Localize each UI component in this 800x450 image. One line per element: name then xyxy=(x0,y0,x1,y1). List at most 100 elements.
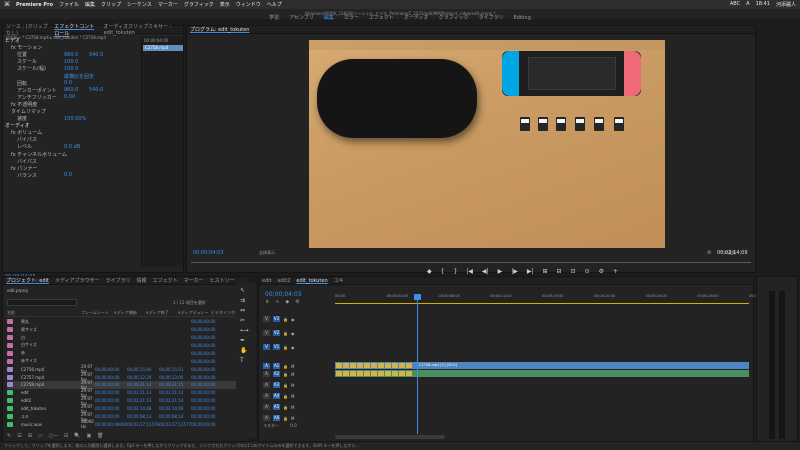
effect-property-value[interactable]: 0.0 xyxy=(64,172,86,178)
clip-segment[interactable] xyxy=(378,363,384,368)
menu-clip[interactable]: クリップ xyxy=(101,1,121,8)
effect-property-row[interactable]: 縦横比を固定 xyxy=(5,72,141,80)
lock-icon[interactable]: 🔒 xyxy=(283,394,288,399)
tab-audio-mixer[interactable]: オーディオクリップミキサー : edit_tokuten xyxy=(104,23,183,36)
effect-property-row[interactable]: バイパス xyxy=(5,136,141,143)
mini-timeline-clip[interactable]: C2758.mp4 xyxy=(143,45,183,51)
tab-sequence-edit[interactable]: edit xyxy=(262,278,272,284)
tab-media-browser[interactable]: メディアブラウザー xyxy=(55,277,100,284)
list-view-icon[interactable]: ☰ xyxy=(17,433,21,441)
lock-icon[interactable]: 🔒 xyxy=(283,416,288,421)
ripple-edit-tool-icon[interactable]: ⇔ xyxy=(240,307,245,314)
col-header-media-end[interactable]: メディア終了 xyxy=(145,310,177,316)
selection-tool-icon[interactable]: ↖ xyxy=(240,287,245,294)
eye-icon[interactable]: ◉ xyxy=(291,331,295,336)
add-marker-icon[interactable]: ◆ xyxy=(285,299,289,305)
slip-tool-icon[interactable]: ⟷ xyxy=(240,327,249,334)
effect-property-row[interactable]: ビデオ xyxy=(5,37,141,44)
workspace-editing[interactable]: 編集 xyxy=(324,14,334,23)
workspace-editing-en[interactable]: Editing xyxy=(513,14,530,23)
project-item-row[interactable]: 赤 00;00;00;00 xyxy=(7,350,247,358)
clip-segment[interactable] xyxy=(343,363,349,368)
menu-window[interactable]: ウィンドウ xyxy=(236,1,261,8)
clip-segment[interactable] xyxy=(364,371,370,376)
timeline-scrollbar[interactable] xyxy=(335,435,445,439)
mark-in-icon[interactable]: { xyxy=(441,268,445,275)
menu-edit[interactable]: 編集 xyxy=(85,1,95,8)
menu-sequence[interactable]: シーケンス xyxy=(127,1,152,8)
tab-history[interactable]: ヒストリー xyxy=(210,277,235,284)
hand-tool-icon[interactable]: ✋ xyxy=(240,347,247,354)
extract-icon[interactable]: ⊟ xyxy=(557,268,562,275)
step-back-icon[interactable]: ◀| xyxy=(482,268,489,275)
project-item-row[interactable]: edit2 29.97 fps 00;00;00;00 00;02;21;13 00;0… xyxy=(7,396,247,406)
lock-icon[interactable]: 🔒 xyxy=(283,364,288,369)
trash-icon[interactable]: 🗑 xyxy=(97,433,103,441)
add-marker-icon[interactable]: ◆ xyxy=(427,268,432,275)
snap-icon[interactable]: ⋔ xyxy=(265,299,269,305)
eye-icon[interactable]: ◉ xyxy=(291,345,295,350)
input-mode[interactable]: A xyxy=(746,1,749,8)
settings-icon[interactable]: ⚙ xyxy=(599,268,604,275)
project-item-row[interactable]: music.wav 48000 Hz 00;00;00;00000 00;03;17;… xyxy=(7,419,247,429)
zoom-slider[interactable]: ○— xyxy=(49,433,58,441)
master-volume[interactable]: 0.0 xyxy=(290,423,296,428)
effect-property-row[interactable]: fx ボリューム xyxy=(5,129,141,136)
wrench-icon[interactable]: ⚙ xyxy=(707,250,711,256)
effect-property-value-2[interactable]: 540.0 xyxy=(89,52,111,58)
program-current-timecode[interactable]: 00;00;04;03 xyxy=(193,250,224,256)
apple-icon[interactable]: ⌘ xyxy=(4,1,10,8)
play-icon[interactable]: ▶ xyxy=(498,268,503,275)
project-item-row[interactable]: C2756.mp4 29.97 fps 00;00;00;00 00;00;15;00… xyxy=(7,364,247,374)
effect-property-row[interactable]: タイムリマップ xyxy=(5,108,141,115)
clip-segment[interactable] xyxy=(406,363,412,368)
effect-property-value[interactable]: 0.0 dB xyxy=(64,144,86,150)
timeline-ruler[interactable]: 00;00 00;00;04;00 00;00;08;00 00;00;12;00 00… xyxy=(335,294,770,303)
track-select-tool-icon[interactable]: ⇉ xyxy=(240,297,245,304)
track-name[interactable]: A5 xyxy=(273,404,280,410)
clip-segment[interactable] xyxy=(406,371,412,376)
linked-selection-icon[interactable]: ∞ xyxy=(275,299,279,305)
vr-icon[interactable]: ⊙ xyxy=(585,268,590,275)
project-item-row[interactable]: 白サイズ 00;00;00;00 xyxy=(7,342,247,350)
effect-property-row[interactable]: 回転 0.0 xyxy=(5,80,141,87)
timeline-timecode[interactable]: 00;00;04;03 xyxy=(265,291,302,298)
workspace-graphics[interactable]: グラフィック xyxy=(439,14,469,23)
lock-icon[interactable]: 🔒 xyxy=(283,331,288,336)
project-item-row[interactable]: C2758.mp4 29.97 fps 00;00;00;00 00;00;21;14… xyxy=(7,380,247,390)
tab-sequence-yuki[interactable]: ユキ xyxy=(334,277,344,284)
tab-info[interactable]: 情報 xyxy=(137,277,147,284)
pen-tool-icon[interactable]: ✒ xyxy=(240,337,245,344)
mute-icon[interactable]: M xyxy=(291,394,294,399)
track-name[interactable]: V3 xyxy=(273,316,280,322)
clip-segment[interactable] xyxy=(357,363,363,368)
lock-icon[interactable]: 🔒 xyxy=(283,317,288,322)
write-protect-icon[interactable]: ✎ xyxy=(7,433,11,441)
track-target-toggle[interactable]: V xyxy=(263,316,270,322)
tab-program[interactable]: プログラム: edit_tokuten xyxy=(190,26,249,33)
effect-property-value[interactable]: 100.0 xyxy=(64,66,86,72)
lock-icon[interactable]: 🔒 xyxy=(283,345,288,350)
track-target-toggle[interactable]: V xyxy=(263,330,270,336)
tab-libraries[interactable]: ライブラリ xyxy=(106,277,131,284)
effect-property-row[interactable]: アンチフリッカー 0.00 xyxy=(5,94,141,101)
freeform-view-icon[interactable]: ▭ xyxy=(38,433,43,441)
col-header-framerate[interactable]: フレームレート xyxy=(81,310,113,316)
effect-property-row[interactable]: 位置 960.0 540.0 xyxy=(5,51,141,59)
track-name[interactable]: A2 xyxy=(273,371,280,377)
tab-effects[interactable]: エフェクト xyxy=(153,277,178,284)
clip-segment[interactable] xyxy=(350,371,356,376)
workspace-libraries[interactable]: ライブラリ xyxy=(478,14,503,23)
type-tool-icon[interactable]: T xyxy=(240,357,244,364)
project-item-row[interactable]: 黒サイズ 00;00;00;00 xyxy=(7,326,247,334)
lock-icon[interactable]: 🔒 xyxy=(283,383,288,388)
new-item-icon[interactable]: ▣ xyxy=(86,433,91,441)
tab-sequence-edit-tokuten[interactable]: edit_tokuten xyxy=(296,278,327,284)
program-video-frame[interactable] xyxy=(309,40,665,248)
menu-file[interactable]: ファイル xyxy=(59,1,79,8)
playhead-line[interactable] xyxy=(417,294,418,434)
mute-icon[interactable]: M xyxy=(291,372,294,377)
effect-property-row[interactable]: レベル 0.0 dB xyxy=(5,143,141,151)
clip-segment[interactable] xyxy=(392,363,398,368)
tab-project[interactable]: プロジェクト: edit xyxy=(6,277,49,284)
